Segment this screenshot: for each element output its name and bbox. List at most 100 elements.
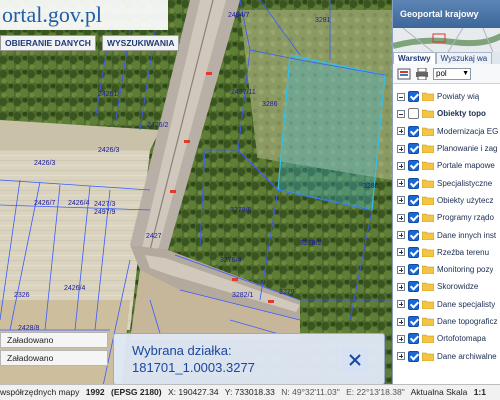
expand-icon[interactable] xyxy=(397,248,405,257)
parcel-number-label: 24261/ xyxy=(98,91,119,98)
tab-layers[interactable]: Warstwy xyxy=(393,52,436,64)
folder-icon xyxy=(422,127,434,136)
layer-checkbox[interactable] xyxy=(408,350,419,362)
expand-icon[interactable] xyxy=(397,144,405,153)
overview-map[interactable] xyxy=(393,28,500,52)
layer-row[interactable]: Dane innych inst xyxy=(393,226,500,243)
layer-row[interactable]: Skorowidze xyxy=(393,278,500,295)
layer-row[interactable]: Obiekty topo xyxy=(393,105,500,122)
tab-search-layers[interactable]: Wyszukaj wa xyxy=(435,52,493,64)
tab-data-download[interactable]: OBIERANIE DANYCH xyxy=(0,35,96,51)
coord-e: E: 22°13'18.38" xyxy=(346,387,405,397)
layer-row[interactable]: Ortofotomapa xyxy=(393,330,500,347)
layer-row[interactable]: Dane topograficz xyxy=(393,313,500,330)
parcel-number-label: 3279 xyxy=(279,289,295,296)
expand-icon[interactable] xyxy=(397,334,405,343)
collapse-icon[interactable] xyxy=(397,109,405,118)
layer-checkbox[interactable] xyxy=(408,108,419,120)
layer-checkbox[interactable] xyxy=(408,212,419,224)
parcel-number-label: 2497/9 xyxy=(94,209,116,216)
layer-checkbox[interactable] xyxy=(408,281,419,293)
expand-icon[interactable] xyxy=(397,161,405,170)
folder-icon xyxy=(422,92,434,102)
layer-checkbox[interactable] xyxy=(408,298,419,310)
layer-checkbox[interactable] xyxy=(408,143,419,155)
coord-system[interactable]: 1992 xyxy=(86,387,105,397)
expand-icon[interactable] xyxy=(397,352,405,361)
parcel-number-label: 2426/3 xyxy=(34,160,56,167)
layer-row[interactable]: Portale mapowe xyxy=(393,157,500,174)
layer-checkbox[interactable] xyxy=(408,125,419,137)
layer-row[interactable]: Modernizacja EG xyxy=(393,123,500,140)
scale-value[interactable]: 1:1 xyxy=(474,387,486,397)
parcel-number-label: 2426/3 xyxy=(98,147,120,154)
layer-row[interactable]: Powiaty wią xyxy=(393,88,500,105)
layer-checkbox[interactable] xyxy=(408,333,419,345)
folder-icon xyxy=(422,317,434,326)
folder-icon xyxy=(422,110,434,119)
expand-icon[interactable] xyxy=(397,213,405,222)
scale-label: Aktualna Skala xyxy=(410,387,468,397)
layer-row[interactable]: Monitoring pozy xyxy=(393,261,500,278)
tab-search[interactable]: WYSZUKIWANIA xyxy=(101,35,180,51)
parcel-number-label: 2426/4 xyxy=(68,200,90,207)
loading-status-1: Załadowano xyxy=(0,332,108,348)
layer-checkbox[interactable] xyxy=(408,246,419,258)
print-icon[interactable] xyxy=(415,67,429,80)
expand-icon[interactable] xyxy=(397,231,405,240)
layer-checkbox[interactable] xyxy=(408,316,419,327)
folder-icon xyxy=(422,162,434,171)
expand-icon[interactable] xyxy=(397,196,405,205)
layer-checkbox[interactable] xyxy=(408,160,419,172)
layer-label: Dane archiwalne xyxy=(437,351,497,361)
parcel-number-label: 3278/2 xyxy=(300,240,322,247)
coord-system-label: współrzędnych mapy xyxy=(0,387,80,397)
layer-row[interactable]: Rzeźba terenu xyxy=(393,244,500,261)
layer-row[interactable]: Dane specjalisty xyxy=(393,296,500,313)
parcel-number-label: 2326 xyxy=(14,292,30,299)
layer-manager-icon[interactable] xyxy=(397,68,411,80)
selected-parcel-popup: Wybrana działka: 181701_1.0003.3277 xyxy=(113,333,385,385)
parcel-number-label: 2427 xyxy=(146,233,162,240)
collapse-icon[interactable] xyxy=(397,92,405,101)
expand-icon[interactable] xyxy=(397,282,405,291)
layer-tree: Powiaty wią Obiekty topo Modernizacja EG Pl… xyxy=(393,88,500,365)
layer-row[interactable]: Programy rządo xyxy=(393,209,500,226)
layer-label: Powiaty wią xyxy=(437,92,480,102)
logo[interactable]: ortal.gov.pl xyxy=(0,0,168,30)
folder-icon xyxy=(422,231,434,240)
layer-label: Programy rządo xyxy=(437,213,494,223)
panel-tabs: Warstwy Wyszukaj wa xyxy=(393,52,500,64)
layer-label: Dane innych inst xyxy=(437,230,497,240)
parcel-number-label: 3286 xyxy=(262,101,278,108)
layer-label: Obiekty użytecz xyxy=(437,195,494,205)
layer-row[interactable]: Specjalistyczne xyxy=(393,174,500,191)
folder-icon xyxy=(422,300,434,309)
parcel-number-label: 2426/4 xyxy=(64,285,86,292)
layer-checkbox[interactable] xyxy=(408,177,419,189)
expand-icon[interactable] xyxy=(397,317,405,326)
expand-icon[interactable] xyxy=(397,300,405,309)
layer-row[interactable]: Obiekty użytecz xyxy=(393,192,500,209)
layer-label: Modernizacja EG xyxy=(437,126,499,136)
close-button[interactable] xyxy=(342,347,368,373)
panel-title: Geoportal krajowy xyxy=(393,0,500,28)
layer-row[interactable]: Planowanie i zag xyxy=(393,140,500,157)
layers-panel: Geoportal krajowy Warstwy Wyszukaj wa po… xyxy=(392,0,500,400)
layer-label: Rzeźba terenu xyxy=(437,247,490,257)
expand-icon[interactable] xyxy=(397,265,405,274)
folder-icon xyxy=(422,179,434,188)
language-select[interactable]: pol ▼ xyxy=(433,67,471,80)
layer-row[interactable]: Dane archiwalne xyxy=(393,347,500,364)
expand-icon[interactable] xyxy=(397,127,405,136)
layer-checkbox[interactable] xyxy=(408,264,419,276)
parcel-number-label: 2427/3 xyxy=(94,201,116,208)
parcel-id: 181701_1.0003.3277 xyxy=(132,360,255,375)
layer-checkbox[interactable] xyxy=(408,91,419,103)
layer-label: Portale mapowe xyxy=(437,161,495,171)
layer-checkbox[interactable] xyxy=(408,194,419,206)
layer-checkbox[interactable] xyxy=(408,229,419,241)
expand-icon[interactable] xyxy=(397,179,405,188)
parcel-number-label: 3276/4 xyxy=(220,257,242,264)
folder-icon xyxy=(422,144,434,154)
